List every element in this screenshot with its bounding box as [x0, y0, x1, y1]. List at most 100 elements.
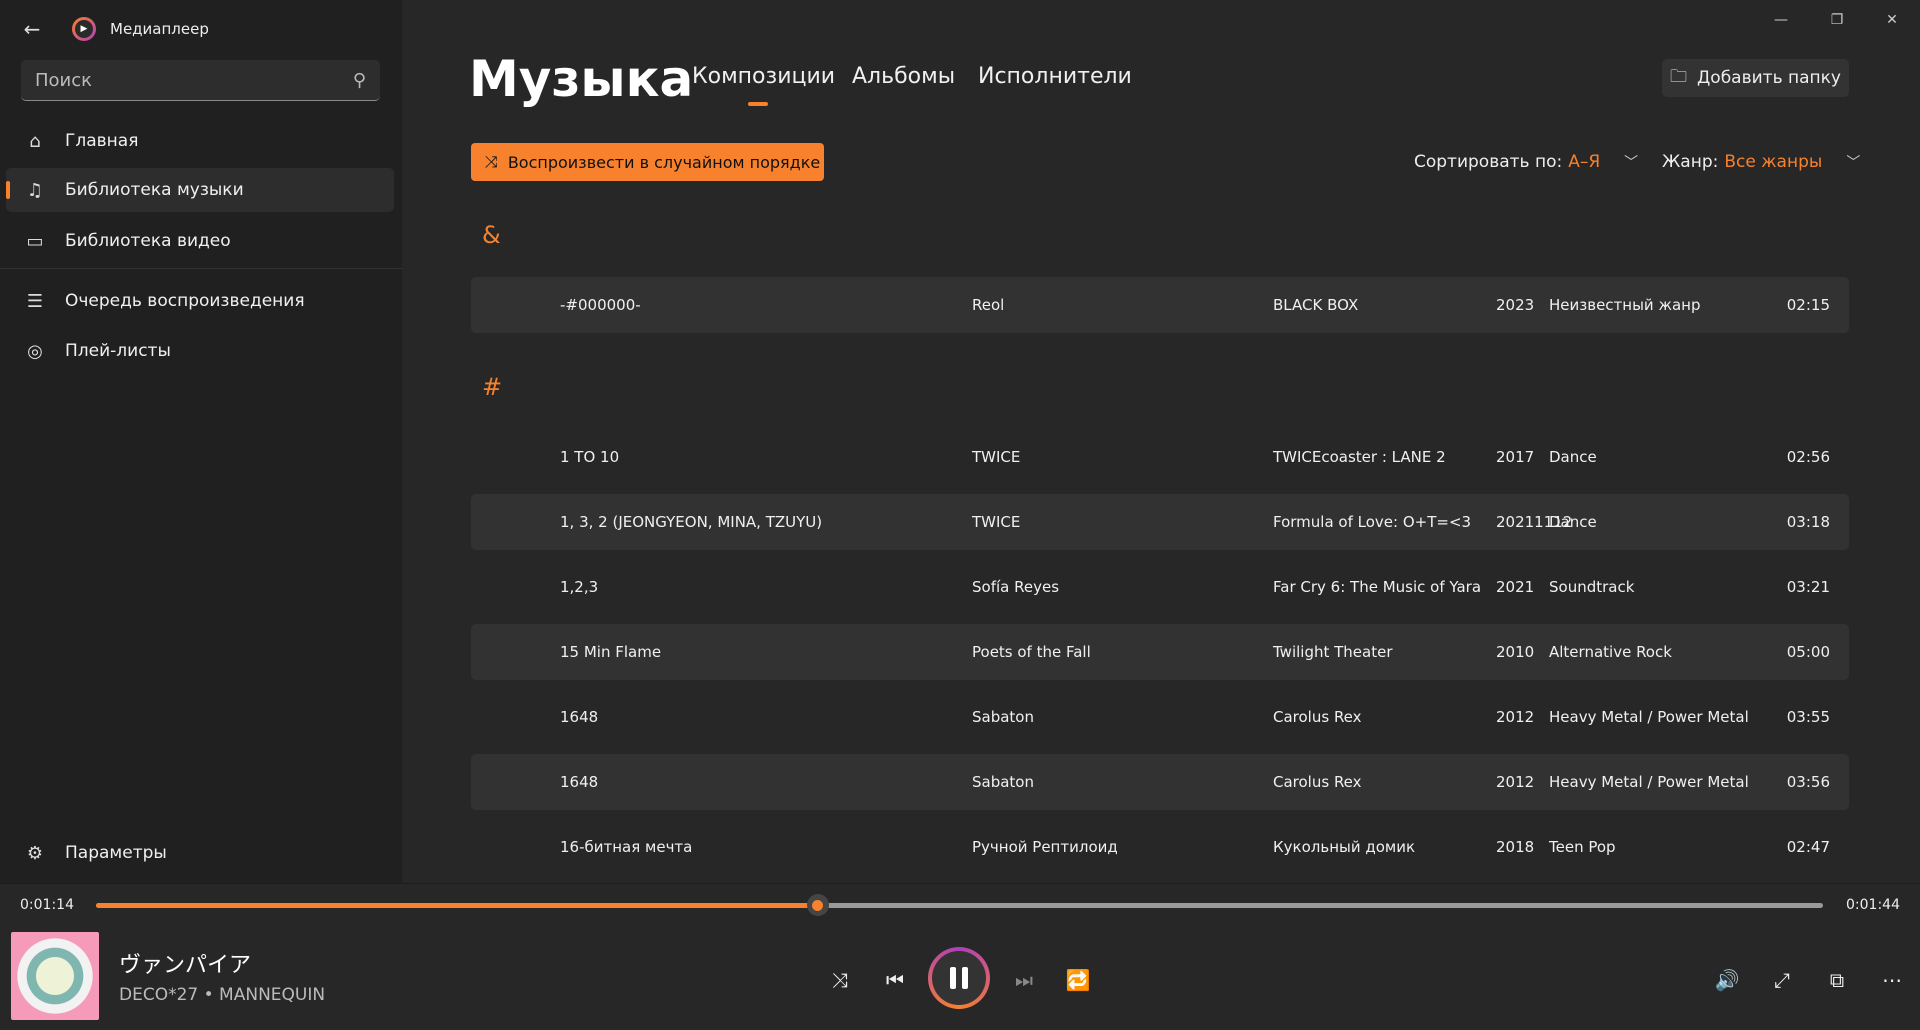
song-album[interactable]: Carolus Rex	[1273, 773, 1362, 791]
group-letter: &	[482, 221, 501, 249]
search-icon[interactable]: ⚲	[353, 70, 366, 91]
more-options-icon[interactable]: ⋯	[1876, 964, 1908, 996]
sidebar-item-label: Плей-листы	[65, 341, 171, 361]
sidebar-item-home[interactable]: ⌂ Главная	[6, 119, 394, 163]
song-duration: 03:55	[1786, 708, 1830, 726]
sidebar-item-label: Библиотека музыки	[65, 180, 244, 200]
song-album[interactable]: Far Cry 6: The Music of Yara	[1273, 578, 1481, 596]
minimize-icon[interactable]: —	[1769, 8, 1793, 32]
total-time: 0:01:44	[1846, 897, 1900, 913]
song-title: 1648	[560, 708, 599, 726]
song-duration: 02:47	[1786, 838, 1830, 856]
sidebar-item-label: Главная	[65, 131, 139, 151]
elapsed-time: 0:01:14	[20, 897, 74, 913]
song-album[interactable]: Кукольный домик	[1273, 838, 1415, 856]
seek-slider[interactable]	[96, 894, 1823, 916]
sidebar-item-settings[interactable]: ⚙ Параметры	[6, 831, 394, 875]
song-artist[interactable]: Sabaton	[972, 773, 1034, 791]
song-album[interactable]: Twilight Theater	[1273, 643, 1393, 661]
add-folder-label: Добавить папку	[1697, 68, 1841, 88]
sort-dropdown[interactable]: Сортировать по: А–Я ﹀	[1414, 152, 1638, 172]
active-tab-indicator	[748, 102, 768, 106]
tab-artists[interactable]: Исполнители	[978, 64, 1132, 89]
album-art[interactable]	[11, 932, 99, 1020]
song-album[interactable]: Formula of Love: O+T=<3	[1273, 513, 1471, 531]
song-row[interactable]: -#000000- Reol BLACK BOX 2023 Неизвестный жа…	[471, 277, 1849, 333]
song-album[interactable]: BLACK BOX	[1273, 296, 1358, 314]
song-genre: Dance	[1549, 448, 1597, 466]
volume-icon[interactable]: 🔊	[1711, 964, 1743, 996]
song-album[interactable]: TWICEcoaster : LANE 2	[1273, 448, 1446, 466]
seek-handle[interactable]	[806, 894, 829, 916]
mini-player-icon[interactable]: ⧉	[1821, 964, 1853, 996]
shuffle-label: Воспроизвести в случайном порядке	[507, 152, 821, 172]
song-genre: Teen Pop	[1549, 838, 1616, 856]
repeat-off-icon[interactable]: 🔁	[1062, 964, 1094, 996]
song-row[interactable]: 1, 3, 2 (JEONGYEON, MINA, TZUYU) TWICE For…	[471, 494, 1849, 550]
song-row[interactable]: 1648 Sabaton Carolus Rex 2012 Heavy Metal / …	[471, 689, 1849, 745]
song-title: 1 TO 10	[560, 448, 620, 466]
song-year: 2012	[1496, 773, 1535, 791]
shuffle-play-button[interactable]: ⤨ Воспроизвести в случайном порядке	[471, 143, 824, 181]
pause-button[interactable]	[928, 947, 990, 1009]
track-artist-album[interactable]: DECO*27 • MANNEQUIN	[119, 985, 325, 1005]
song-duration: 02:15	[1786, 296, 1830, 314]
song-row[interactable]: 16-битная мечта Ручной Рептилоид Кукольный…	[471, 819, 1849, 875]
fullscreen-icon[interactable]: ⤢	[1766, 964, 1798, 996]
song-genre: Soundtrack	[1549, 578, 1635, 596]
genre-dropdown[interactable]: Жанр: Все жанры ﹀	[1662, 152, 1860, 172]
sidebar-item-label: Очередь воспроизведения	[65, 291, 305, 311]
song-year: 2010	[1496, 643, 1535, 661]
folder-add-icon: 🗀	[1670, 66, 1688, 87]
previous-icon[interactable]: ⏮	[879, 964, 911, 996]
song-year: 2018	[1496, 838, 1535, 856]
search-input[interactable]: Поиск ⚲	[21, 60, 380, 101]
next-icon[interactable]: ⏭	[1008, 964, 1040, 996]
song-year: 2021	[1496, 578, 1535, 596]
shuffle-icon: ⤨	[485, 152, 498, 171]
genre-label: Жанр:	[1662, 152, 1719, 172]
sidebar-item-label: Параметры	[65, 843, 167, 863]
sidebar: ← ▶ Медиаплеер Поиск ⚲ ⌂ Главная ♫ Библиот…	[0, 0, 402, 883]
page-title: Музыка	[469, 50, 694, 108]
sort-label: Сортировать по:	[1414, 152, 1563, 172]
seek-progress	[96, 903, 818, 908]
song-genre: Heavy Metal / Power Metal	[1549, 708, 1749, 726]
song-artist[interactable]: TWICE	[972, 513, 1020, 531]
sidebar-divider	[0, 268, 402, 269]
song-row[interactable]: 1 TO 10 TWICE TWICEcoaster : LANE 2 2017 Dan…	[471, 429, 1849, 485]
pause-icon	[950, 967, 956, 989]
song-artist[interactable]: Reol	[972, 296, 1004, 314]
sidebar-item-music-library[interactable]: ♫ Библиотека музыки	[6, 168, 394, 212]
tab-songs[interactable]: Композиции	[692, 64, 835, 89]
sidebar-item-playlists[interactable]: ◎ Плей-листы	[6, 329, 394, 373]
add-folder-button[interactable]: 🗀 Добавить папку	[1662, 59, 1849, 97]
song-row[interactable]: 1,2,3 Sofía Reyes Far Cry 6: The Music of …	[471, 559, 1849, 615]
chevron-down-icon: ﹀	[1846, 155, 1861, 171]
sidebar-item-queue[interactable]: ☰ Очередь воспроизведения	[6, 279, 394, 323]
song-year: 2017	[1496, 448, 1535, 466]
sidebar-item-video-library[interactable]: ▭ Библиотека видео	[6, 219, 394, 263]
song-artist[interactable]: Ручной Рептилоид	[972, 838, 1118, 856]
song-artist[interactable]: Sofía Reyes	[972, 578, 1059, 596]
song-row[interactable]: 15 Min Flame Poets of the Fall Twilight Th…	[471, 624, 1849, 680]
song-duration: 02:56	[1786, 448, 1830, 466]
song-artist[interactable]: Sabaton	[972, 708, 1034, 726]
song-album[interactable]: Carolus Rex	[1273, 708, 1362, 726]
sidebar-item-label: Библиотека видео	[65, 231, 231, 251]
track-title: ヴァンパイア	[119, 953, 252, 978]
app-logo-icon: ▶	[72, 17, 96, 41]
group-letter: #	[482, 373, 503, 401]
shuffle-icon[interactable]: ⤨	[824, 964, 856, 996]
song-artist[interactable]: TWICE	[972, 448, 1020, 466]
song-title: 15 Min Flame	[560, 643, 662, 661]
song-row[interactable]: 1648 Sabaton Carolus Rex 2012 Heavy Metal / …	[471, 754, 1849, 810]
song-title: 1,2,3	[560, 578, 599, 596]
song-artist[interactable]: Poets of the Fall	[972, 643, 1091, 661]
restore-icon[interactable]: ❐	[1825, 8, 1849, 32]
playlist-icon: ◎	[27, 340, 43, 362]
song-duration: 03:56	[1786, 773, 1830, 791]
close-icon[interactable]: ✕	[1880, 8, 1904, 32]
tab-albums[interactable]: Альбомы	[852, 64, 955, 89]
back-arrow-icon[interactable]: ←	[20, 17, 44, 41]
